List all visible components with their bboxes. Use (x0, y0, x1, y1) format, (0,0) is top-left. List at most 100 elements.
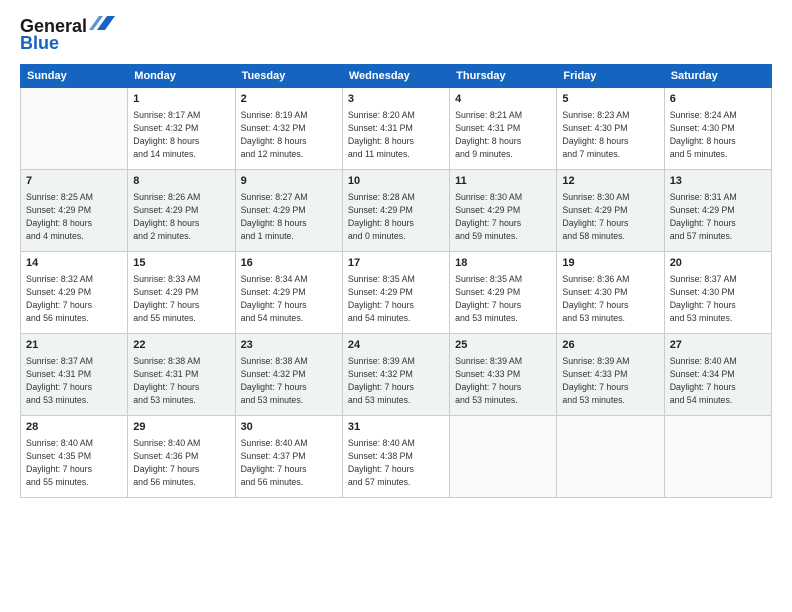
calendar-cell: 17Sunrise: 8:35 AM Sunset: 4:29 PM Dayli… (342, 252, 449, 334)
day-info: Sunrise: 8:31 AM Sunset: 4:29 PM Dayligh… (670, 191, 766, 242)
calendar-cell: 16 Sunrise: 8:34 AM Sunset: 4:29 PM Dayli… (235, 252, 342, 334)
col-header-wednesday: Wednesday (342, 65, 449, 88)
day-number: 13 (670, 174, 766, 189)
col-header-friday: Friday (557, 65, 664, 88)
day-info: Sunrise: 8:36 AM Sunset: 4:30 PM Dayligh… (562, 273, 658, 324)
day-info: Sunrise: 8:27 AM Sunset: 4:29 PM Dayligh… (241, 191, 337, 242)
day-info: Sunrise: 8:24 AM Sunset: 4:30 PM Dayligh… (670, 109, 766, 160)
day-number: 29 (133, 420, 229, 435)
calendar-week-row: 1 Sunrise: 8:17 AM Sunset: 4:32 PM Daylig… (21, 88, 772, 170)
day-info: Sunrise: 8:26 AM Sunset: 4:29 PM Dayligh… (133, 191, 229, 242)
logo: General Blue (20, 16, 115, 54)
day-info: Sunrise: 8:40 AM Sunset: 4:38 PM Dayligh… (348, 437, 444, 488)
col-header-thursday: Thursday (450, 65, 557, 88)
day-number: 12 (562, 174, 658, 189)
day-info: Sunrise: 8:32 AM Sunset: 4:29 PM Dayligh… (26, 273, 122, 324)
day-number: 5 (562, 92, 658, 107)
day-number: 27 (670, 338, 766, 353)
calendar-cell: 27Sunrise: 8:40 AM Sunset: 4:34 PM Dayli… (664, 334, 771, 416)
calendar-week-row: 7 Sunrise: 8:25 AM Sunset: 4:29 PM Daylig… (21, 170, 772, 252)
day-info: Sunrise: 8:37 AM Sunset: 4:30 PM Dayligh… (670, 273, 766, 324)
day-number: 6 (670, 92, 766, 107)
calendar-week-row: 21Sunrise: 8:37 AM Sunset: 4:31 PM Dayli… (21, 334, 772, 416)
day-info: Sunrise: 8:17 AM Sunset: 4:32 PM Dayligh… (133, 109, 229, 160)
calendar-cell: 26 Sunrise: 8:39 AM Sunset: 4:33 PM Dayli… (557, 334, 664, 416)
calendar-cell: 23 Sunrise: 8:38 AM Sunset: 4:32 PM Dayli… (235, 334, 342, 416)
day-number: 16 (241, 256, 337, 271)
col-header-sunday: Sunday (21, 65, 128, 88)
header: General Blue (20, 16, 772, 54)
day-number: 23 (241, 338, 337, 353)
calendar-cell: 6 Sunrise: 8:24 AM Sunset: 4:30 PM Daylig… (664, 88, 771, 170)
day-number: 14 (26, 256, 122, 271)
day-info: Sunrise: 8:38 AM Sunset: 4:32 PM Dayligh… (241, 355, 337, 406)
calendar-cell: 13 Sunrise: 8:31 AM Sunset: 4:29 PM Dayli… (664, 170, 771, 252)
calendar-cell: 24 Sunrise: 8:39 AM Sunset: 4:32 PM Dayli… (342, 334, 449, 416)
calendar-cell: 25 Sunrise: 8:39 AM Sunset: 4:33 PM Dayli… (450, 334, 557, 416)
day-info: Sunrise: 8:39 AM Sunset: 4:32 PM Dayligh… (348, 355, 444, 406)
calendar-cell: 2 Sunrise: 8:19 AM Sunset: 4:32 PM Daylig… (235, 88, 342, 170)
day-number: 7 (26, 174, 122, 189)
day-info: Sunrise: 8:33 AM Sunset: 4:29 PM Dayligh… (133, 273, 229, 324)
calendar-cell (557, 416, 664, 498)
day-info: Sunrise: 8:39 AM Sunset: 4:33 PM Dayligh… (562, 355, 658, 406)
day-info: Sunrise: 8:23 AM Sunset: 4:30 PM Dayligh… (562, 109, 658, 160)
day-number: 21 (26, 338, 122, 353)
calendar-cell: 3 Sunrise: 8:20 AM Sunset: 4:31 PM Daylig… (342, 88, 449, 170)
day-number: 2 (241, 92, 337, 107)
calendar-cell: 10Sunrise: 8:28 AM Sunset: 4:29 PM Dayli… (342, 170, 449, 252)
calendar-cell: 28Sunrise: 8:40 AM Sunset: 4:35 PM Dayli… (21, 416, 128, 498)
calendar-cell: 8 Sunrise: 8:26 AM Sunset: 4:29 PM Daylig… (128, 170, 235, 252)
day-info: Sunrise: 8:40 AM Sunset: 4:37 PM Dayligh… (241, 437, 337, 488)
calendar-week-row: 28Sunrise: 8:40 AM Sunset: 4:35 PM Dayli… (21, 416, 772, 498)
day-number: 31 (348, 420, 444, 435)
day-number: 1 (133, 92, 229, 107)
day-info: Sunrise: 8:19 AM Sunset: 4:32 PM Dayligh… (241, 109, 337, 160)
day-number: 24 (348, 338, 444, 353)
calendar-table: SundayMondayTuesdayWednesdayThursdayFrid… (20, 64, 772, 498)
page: General Blue SundayMondayTuesdayWednesda… (0, 0, 792, 612)
calendar-cell: 5 Sunrise: 8:23 AM Sunset: 4:30 PM Daylig… (557, 88, 664, 170)
day-info: Sunrise: 8:39 AM Sunset: 4:33 PM Dayligh… (455, 355, 551, 406)
day-number: 3 (348, 92, 444, 107)
calendar-cell: 18 Sunrise: 8:35 AM Sunset: 4:29 PM Dayli… (450, 252, 557, 334)
calendar-cell: 20 Sunrise: 8:37 AM Sunset: 4:30 PM Dayli… (664, 252, 771, 334)
day-number: 8 (133, 174, 229, 189)
day-info: Sunrise: 8:30 AM Sunset: 4:29 PM Dayligh… (455, 191, 551, 242)
calendar-cell: 21Sunrise: 8:37 AM Sunset: 4:31 PM Dayli… (21, 334, 128, 416)
day-number: 25 (455, 338, 551, 353)
day-number: 15 (133, 256, 229, 271)
calendar-cell: 1 Sunrise: 8:17 AM Sunset: 4:32 PM Daylig… (128, 88, 235, 170)
day-info: Sunrise: 8:40 AM Sunset: 4:36 PM Dayligh… (133, 437, 229, 488)
day-info: Sunrise: 8:20 AM Sunset: 4:31 PM Dayligh… (348, 109, 444, 160)
logo-blue: Blue (20, 33, 59, 54)
day-number: 30 (241, 420, 337, 435)
day-number: 10 (348, 174, 444, 189)
day-number: 4 (455, 92, 551, 107)
day-number: 17 (348, 256, 444, 271)
calendar-cell: 12Sunrise: 8:30 AM Sunset: 4:29 PM Dayli… (557, 170, 664, 252)
day-info: Sunrise: 8:25 AM Sunset: 4:29 PM Dayligh… (26, 191, 122, 242)
day-info: Sunrise: 8:34 AM Sunset: 4:29 PM Dayligh… (241, 273, 337, 324)
calendar-cell: 22 Sunrise: 8:38 AM Sunset: 4:31 PM Dayli… (128, 334, 235, 416)
calendar-cell: 15 Sunrise: 8:33 AM Sunset: 4:29 PM Dayli… (128, 252, 235, 334)
day-number: 26 (562, 338, 658, 353)
calendar-week-row: 14 Sunrise: 8:32 AM Sunset: 4:29 PM Dayli… (21, 252, 772, 334)
calendar-cell (664, 416, 771, 498)
day-number: 11 (455, 174, 551, 189)
calendar-cell: 19 Sunrise: 8:36 AM Sunset: 4:30 PM Dayli… (557, 252, 664, 334)
day-number: 19 (562, 256, 658, 271)
calendar-cell: 14 Sunrise: 8:32 AM Sunset: 4:29 PM Dayli… (21, 252, 128, 334)
day-number: 18 (455, 256, 551, 271)
calendar-cell: 9 Sunrise: 8:27 AM Sunset: 4:29 PM Daylig… (235, 170, 342, 252)
day-info: Sunrise: 8:35 AM Sunset: 4:29 PM Dayligh… (455, 273, 551, 324)
calendar-cell: 11 Sunrise: 8:30 AM Sunset: 4:29 PM Dayli… (450, 170, 557, 252)
col-header-saturday: Saturday (664, 65, 771, 88)
day-number: 9 (241, 174, 337, 189)
day-info: Sunrise: 8:38 AM Sunset: 4:31 PM Dayligh… (133, 355, 229, 406)
day-number: 22 (133, 338, 229, 353)
day-number: 20 (670, 256, 766, 271)
calendar-cell: 29 Sunrise: 8:40 AM Sunset: 4:36 PM Dayli… (128, 416, 235, 498)
calendar-cell: 7 Sunrise: 8:25 AM Sunset: 4:29 PM Daylig… (21, 170, 128, 252)
day-info: Sunrise: 8:40 AM Sunset: 4:35 PM Dayligh… (26, 437, 122, 488)
